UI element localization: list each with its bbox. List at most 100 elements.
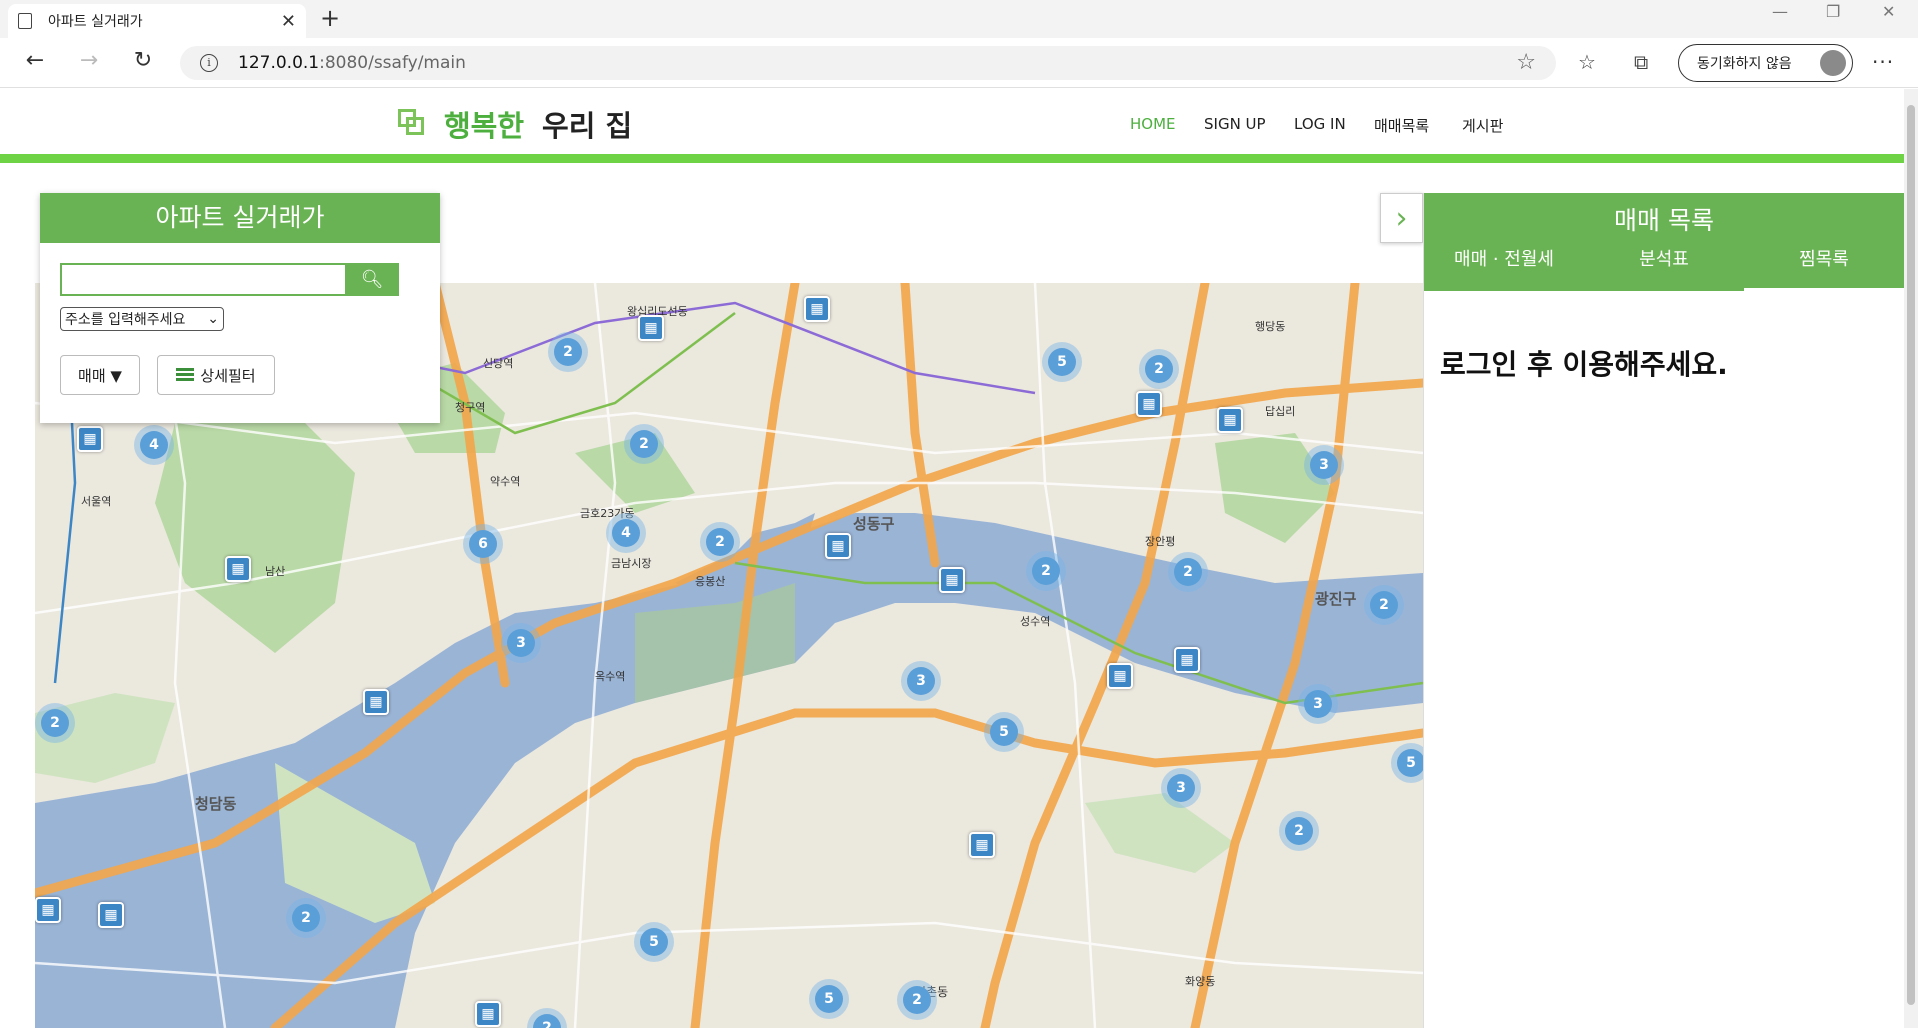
logo-text-dark: 우리 집 xyxy=(542,109,633,143)
search-button[interactable]: 🔍︎ xyxy=(345,263,399,296)
minimize-icon[interactable]: — xyxy=(1772,2,1788,21)
apartment-marker-icon[interactable]: ▦ xyxy=(939,567,965,593)
deal-list-title: 매매 목록 xyxy=(1614,206,1714,235)
map-place-label: 답십리 xyxy=(1265,405,1296,418)
address-bar[interactable]: i 127.0.0.1 :8080/ssafy/main ☆ xyxy=(180,46,1556,80)
apartment-marker-icon[interactable]: ▦ xyxy=(1217,407,1243,433)
address-select[interactable]: 주소를 입력해주세요 ⌄ xyxy=(60,307,224,331)
map-cluster-marker[interactable]: 2 xyxy=(1168,552,1208,592)
map-cluster-marker[interactable]: 2 xyxy=(1026,551,1066,591)
profile-sync-button[interactable]: 동기화하지 않음 xyxy=(1678,44,1853,82)
map-cluster-marker[interactable]: 2 xyxy=(286,898,326,938)
page-scrollbar[interactable] xyxy=(1904,89,1918,1028)
apartment-marker-icon[interactable]: ▦ xyxy=(35,897,61,923)
restore-icon[interactable]: ❐ xyxy=(1826,2,1840,21)
map-cluster-marker[interactable]: 2 xyxy=(1364,585,1404,625)
apartment-marker-icon[interactable]: ▦ xyxy=(1174,647,1200,673)
map-cluster-marker[interactable]: 2 xyxy=(700,522,740,562)
logo-text-green: 행복한 xyxy=(444,109,525,143)
map-cluster-marker[interactable]: 2 xyxy=(35,703,75,743)
avatar xyxy=(1820,50,1846,76)
apartment-marker-icon[interactable]: ▦ xyxy=(969,832,995,858)
map-cluster-marker[interactable]: 4 xyxy=(134,425,174,465)
new-tab-icon[interactable]: + xyxy=(316,4,344,32)
forward-icon[interactable]: → xyxy=(74,48,104,73)
map-place-label: 응봉산 xyxy=(695,575,726,588)
nav-home[interactable]: HOME xyxy=(1130,115,1176,133)
map-place-label: 서울역 xyxy=(81,495,112,508)
collections-icon[interactable]: ⧉ xyxy=(1634,50,1648,74)
search-icon: 🔍︎ xyxy=(360,269,384,290)
tab-deal-rent[interactable]: 매매 · 전월세 xyxy=(1424,243,1584,291)
login-required-message: 로그인 후 이용해주세요. xyxy=(1440,348,1728,381)
search-input[interactable] xyxy=(60,263,345,296)
apartment-marker-icon[interactable]: ▦ xyxy=(1136,391,1162,417)
map-place-label: 화양동 xyxy=(1185,975,1216,988)
search-panel: 아파트 실거래가 🔍︎ 주소를 입력해주세요 ⌄ 매매 ▼ 상세필터 xyxy=(40,193,440,423)
map-cluster-marker[interactable]: 2 xyxy=(1279,811,1319,851)
apartment-marker-icon[interactable]: ▦ xyxy=(77,426,103,452)
nav-board[interactable]: 게시판 xyxy=(1462,115,1503,136)
map-cluster-marker[interactable]: 5 xyxy=(634,922,674,962)
map-cluster-marker[interactable]: 5 xyxy=(1042,342,1082,382)
filter-icon xyxy=(176,368,195,382)
map-cluster-marker[interactable]: 3 xyxy=(1161,768,1201,808)
tab-analysis[interactable]: 분석표 xyxy=(1584,243,1744,291)
apartment-marker-icon[interactable]: ▦ xyxy=(98,902,124,928)
apartment-marker-icon[interactable]: ▦ xyxy=(638,315,664,341)
window-close-icon[interactable]: ✕ xyxy=(1882,2,1895,21)
favorites-icon[interactable]: ☆ xyxy=(1578,50,1596,74)
map-cluster-marker[interactable]: 3 xyxy=(1304,445,1344,485)
map-cluster-marker[interactable]: 3 xyxy=(501,623,541,663)
map-place-label: 신당역 xyxy=(483,357,514,370)
detail-filter-label: 상세필터 xyxy=(200,366,256,385)
map-cluster-marker[interactable]: 4 xyxy=(606,513,646,553)
browser-tab-bar: 아파트 실거래가 ✕ + — ❐ ✕ xyxy=(0,0,1918,38)
map-place-label: 행당동 xyxy=(1255,320,1286,333)
info-icon[interactable]: i xyxy=(200,54,218,72)
sync-label: 동기화하지 않음 xyxy=(1697,56,1792,72)
nav-signup[interactable]: SIGN UP xyxy=(1204,115,1266,133)
apartment-marker-icon[interactable]: ▦ xyxy=(825,533,851,559)
map-place-label: 장안평 xyxy=(1145,535,1176,548)
map-cluster-marker[interactable]: 5 xyxy=(1391,743,1423,783)
map-cluster-marker[interactable]: 3 xyxy=(901,661,941,701)
apartment-marker-icon[interactable]: ▦ xyxy=(475,1001,501,1027)
map-cluster-marker[interactable]: 3 xyxy=(1298,684,1338,724)
favorite-star-icon[interactable]: ☆ xyxy=(1516,50,1536,75)
site-logo[interactable]: 행복한 우리 집 xyxy=(398,103,632,145)
map-district-label: 광진구 xyxy=(1315,590,1357,608)
nav-deal-list[interactable]: 매매목록 xyxy=(1374,115,1429,136)
detail-filter-button[interactable]: 상세필터 xyxy=(157,355,275,395)
nav-login[interactable]: LOG IN xyxy=(1294,115,1346,133)
close-tab-icon[interactable]: ✕ xyxy=(281,11,296,32)
map-cluster-marker[interactable]: 6 xyxy=(463,524,503,564)
back-icon[interactable]: ← xyxy=(20,48,50,73)
header-accent-bar xyxy=(0,154,1904,163)
more-menu-icon[interactable]: ··· xyxy=(1872,50,1894,74)
map-cluster-marker[interactable]: 2 xyxy=(897,980,937,1020)
apartment-marker-icon[interactable]: ▦ xyxy=(363,689,389,715)
refresh-icon[interactable]: ↻ xyxy=(128,48,158,73)
url-path: :8080/ssafy/main xyxy=(319,53,466,73)
page-icon xyxy=(18,13,32,29)
apartment-marker-icon[interactable]: ▦ xyxy=(804,296,830,322)
map-cluster-marker[interactable]: 2 xyxy=(1139,349,1179,389)
browser-tab-title: 아파트 실거래가 xyxy=(48,14,143,30)
tab-favorites[interactable]: 찜목록 xyxy=(1744,243,1904,291)
browser-tab[interactable]: 아파트 실거래가 ✕ xyxy=(8,4,306,38)
map-cluster-marker[interactable]: 2 xyxy=(548,332,588,372)
browser-toolbar: ← → ↻ i 127.0.0.1 :8080/ssafy/main ☆ ☆ ⧉… xyxy=(0,38,1918,88)
map-cluster-marker[interactable]: 5 xyxy=(984,712,1024,752)
map-cluster-marker[interactable]: 5 xyxy=(809,979,849,1019)
apartment-marker-icon[interactable]: ▦ xyxy=(1107,663,1133,689)
logo-icon xyxy=(398,109,428,139)
address-select-value: 주소를 입력해주세요 xyxy=(65,312,186,328)
panel-toggle-button[interactable]: › xyxy=(1380,193,1423,243)
map-place-label: 성수역 xyxy=(1020,615,1051,628)
chevron-down-icon: ⌄ xyxy=(207,311,219,327)
deal-type-button[interactable]: 매매 ▼ xyxy=(60,355,140,395)
map-cluster-marker[interactable]: 2 xyxy=(624,424,664,464)
apartment-marker-icon[interactable]: ▦ xyxy=(225,556,251,582)
deal-list-panel: 매매 목록 매매 · 전월세 분석표 찜목록 로그인 후 이용해주세요. xyxy=(1423,193,1904,1028)
